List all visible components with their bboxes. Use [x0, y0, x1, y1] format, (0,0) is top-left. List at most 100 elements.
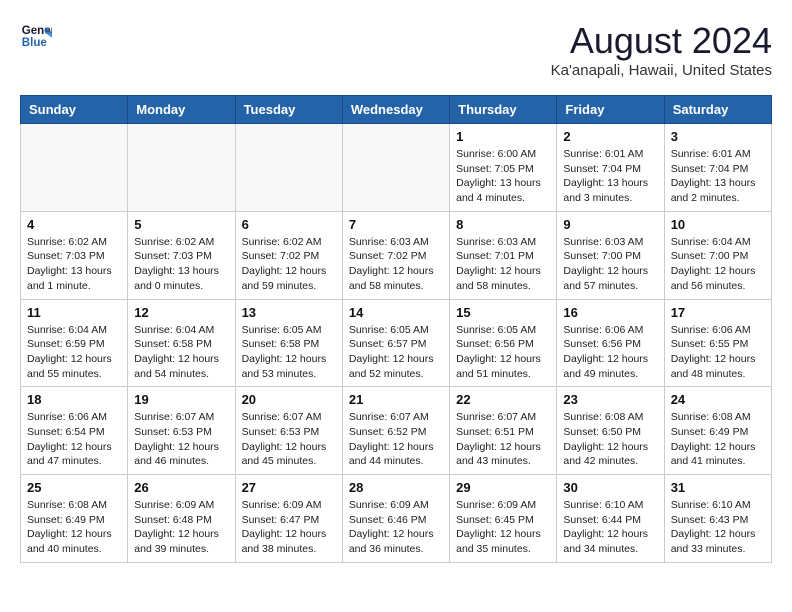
day-cell: 11 Sunrise: 6:04 AMSunset: 6:59 PMDayligh…: [21, 299, 128, 387]
day-info: Sunrise: 6:06 AMSunset: 6:56 PMDaylight:…: [563, 323, 657, 382]
day-cell: 13 Sunrise: 6:05 AMSunset: 6:58 PMDayligh…: [235, 299, 342, 387]
day-info: Sunrise: 6:05 AMSunset: 6:56 PMDaylight:…: [456, 323, 550, 382]
day-number: 10: [671, 217, 765, 232]
day-number: 21: [349, 392, 443, 407]
title-section: August 2024 Ka'anapali, Hawaii, United S…: [551, 20, 772, 79]
week-row-5: 25Sunrise: 6:08 AMSunset: 6:49 PMDayligh…: [21, 475, 772, 563]
day-number: 9: [563, 217, 657, 232]
day-cell: 19Sunrise: 6:07 AMSunset: 6:53 PMDayligh…: [128, 387, 235, 475]
day-number: 18: [27, 392, 121, 407]
day-cell: 4 Sunrise: 6:02 AMSunset: 7:03 PMDaylight…: [21, 211, 128, 299]
day-cell: [235, 124, 342, 212]
day-cell: 20 Sunrise: 6:07 AMSunset: 6:53 PMDayligh…: [235, 387, 342, 475]
page-header: General Blue August 2024 Ka'anapali, Haw…: [20, 20, 772, 79]
day-info: Sunrise: 6:09 AMSunset: 6:46 PMDaylight:…: [349, 498, 443, 557]
day-cell: 31Sunrise: 6:10 AMSunset: 6:43 PMDayligh…: [664, 475, 771, 563]
day-info: Sunrise: 6:02 AMSunset: 7:03 PMDaylight:…: [134, 235, 228, 294]
weekday-header-saturday: Saturday: [664, 96, 771, 124]
day-info: Sunrise: 6:10 AMSunset: 6:43 PMDaylight:…: [671, 498, 765, 557]
day-cell: 5 Sunrise: 6:02 AMSunset: 7:03 PMDaylight…: [128, 211, 235, 299]
day-info: Sunrise: 6:07 AMSunset: 6:51 PMDaylight:…: [456, 410, 550, 469]
day-number: 16: [563, 305, 657, 320]
day-cell: 22 Sunrise: 6:07 AMSunset: 6:51 PMDayligh…: [450, 387, 557, 475]
day-number: 17: [671, 305, 765, 320]
day-number: 12: [134, 305, 228, 320]
day-cell: 2Sunrise: 6:01 AMSunset: 7:04 PMDaylight…: [557, 124, 664, 212]
day-number: 14: [349, 305, 443, 320]
day-number: 23: [563, 392, 657, 407]
calendar-table: SundayMondayTuesdayWednesdayThursdayFrid…: [20, 95, 772, 563]
day-cell: 17 Sunrise: 6:06 AMSunset: 6:55 PMDayligh…: [664, 299, 771, 387]
day-number: 28: [349, 480, 443, 495]
day-cell: [21, 124, 128, 212]
day-number: 30: [563, 480, 657, 495]
weekday-header-wednesday: Wednesday: [342, 96, 449, 124]
day-number: 4: [27, 217, 121, 232]
day-info: Sunrise: 6:09 AMSunset: 6:45 PMDaylight:…: [456, 498, 550, 557]
day-info: Sunrise: 6:09 AMSunset: 6:48 PMDaylight:…: [134, 498, 228, 557]
logo: General Blue: [20, 20, 52, 52]
day-info: Sunrise: 6:08 AMSunset: 6:49 PMDaylight:…: [671, 410, 765, 469]
week-row-4: 18Sunrise: 6:06 AMSunset: 6:54 PMDayligh…: [21, 387, 772, 475]
day-cell: 18Sunrise: 6:06 AMSunset: 6:54 PMDayligh…: [21, 387, 128, 475]
day-number: 11: [27, 305, 121, 320]
day-cell: 8Sunrise: 6:03 AMSunset: 7:01 PMDaylight…: [450, 211, 557, 299]
day-info: Sunrise: 6:03 AMSunset: 7:00 PMDaylight:…: [563, 235, 657, 294]
day-info: Sunrise: 6:01 AMSunset: 7:04 PMDaylight:…: [563, 147, 657, 206]
day-info: Sunrise: 6:04 AMSunset: 6:58 PMDaylight:…: [134, 323, 228, 382]
location: Ka'anapali, Hawaii, United States: [551, 62, 772, 79]
weekday-header-monday: Monday: [128, 96, 235, 124]
day-info: Sunrise: 6:07 AMSunset: 6:53 PMDaylight:…: [134, 410, 228, 469]
day-cell: 14Sunrise: 6:05 AMSunset: 6:57 PMDayligh…: [342, 299, 449, 387]
month-title: August 2024: [551, 20, 772, 62]
day-info: Sunrise: 6:08 AMSunset: 6:50 PMDaylight:…: [563, 410, 657, 469]
day-number: 27: [242, 480, 336, 495]
weekday-header-friday: Friday: [557, 96, 664, 124]
week-row-2: 4 Sunrise: 6:02 AMSunset: 7:03 PMDaylight…: [21, 211, 772, 299]
day-info: Sunrise: 6:02 AMSunset: 7:03 PMDaylight:…: [27, 235, 121, 294]
day-number: 22: [456, 392, 550, 407]
weekday-header-thursday: Thursday: [450, 96, 557, 124]
day-number: 7: [349, 217, 443, 232]
day-cell: 3 Sunrise: 6:01 AMSunset: 7:04 PMDaylight…: [664, 124, 771, 212]
day-cell: 25Sunrise: 6:08 AMSunset: 6:49 PMDayligh…: [21, 475, 128, 563]
day-number: 5: [134, 217, 228, 232]
day-cell: 6 Sunrise: 6:02 AMSunset: 7:02 PMDaylight…: [235, 211, 342, 299]
day-cell: 21 Sunrise: 6:07 AMSunset: 6:52 PMDayligh…: [342, 387, 449, 475]
day-info: Sunrise: 6:06 AMSunset: 6:55 PMDaylight:…: [671, 323, 765, 382]
day-cell: 10 Sunrise: 6:04 AMSunset: 7:00 PMDayligh…: [664, 211, 771, 299]
day-number: 8: [456, 217, 550, 232]
day-cell: 15Sunrise: 6:05 AMSunset: 6:56 PMDayligh…: [450, 299, 557, 387]
day-cell: 26Sunrise: 6:09 AMSunset: 6:48 PMDayligh…: [128, 475, 235, 563]
day-info: Sunrise: 6:05 AMSunset: 6:58 PMDaylight:…: [242, 323, 336, 382]
day-number: 20: [242, 392, 336, 407]
day-cell: 1Sunrise: 6:00 AMSunset: 7:05 PMDaylight…: [450, 124, 557, 212]
day-cell: 23 Sunrise: 6:08 AMSunset: 6:50 PMDayligh…: [557, 387, 664, 475]
day-cell: 27 Sunrise: 6:09 AMSunset: 6:47 PMDayligh…: [235, 475, 342, 563]
day-cell: [342, 124, 449, 212]
day-info: Sunrise: 6:09 AMSunset: 6:47 PMDaylight:…: [242, 498, 336, 557]
week-row-1: 1Sunrise: 6:00 AMSunset: 7:05 PMDaylight…: [21, 124, 772, 212]
day-number: 24: [671, 392, 765, 407]
week-row-3: 11 Sunrise: 6:04 AMSunset: 6:59 PMDayligh…: [21, 299, 772, 387]
day-number: 25: [27, 480, 121, 495]
day-cell: 9 Sunrise: 6:03 AMSunset: 7:00 PMDaylight…: [557, 211, 664, 299]
day-number: 3: [671, 129, 765, 144]
day-info: Sunrise: 6:03 AMSunset: 7:02 PMDaylight:…: [349, 235, 443, 294]
day-info: Sunrise: 6:04 AMSunset: 7:00 PMDaylight:…: [671, 235, 765, 294]
day-info: Sunrise: 6:01 AMSunset: 7:04 PMDaylight:…: [671, 147, 765, 206]
day-cell: 30Sunrise: 6:10 AMSunset: 6:44 PMDayligh…: [557, 475, 664, 563]
weekday-header-row: SundayMondayTuesdayWednesdayThursdayFrid…: [21, 96, 772, 124]
weekday-header-tuesday: Tuesday: [235, 96, 342, 124]
day-info: Sunrise: 6:07 AMSunset: 6:53 PMDaylight:…: [242, 410, 336, 469]
day-number: 13: [242, 305, 336, 320]
day-number: 29: [456, 480, 550, 495]
day-cell: 12 Sunrise: 6:04 AMSunset: 6:58 PMDayligh…: [128, 299, 235, 387]
day-number: 6: [242, 217, 336, 232]
day-cell: [128, 124, 235, 212]
day-cell: 24 Sunrise: 6:08 AMSunset: 6:49 PMDayligh…: [664, 387, 771, 475]
day-info: Sunrise: 6:02 AMSunset: 7:02 PMDaylight:…: [242, 235, 336, 294]
day-info: Sunrise: 6:07 AMSunset: 6:52 PMDaylight:…: [349, 410, 443, 469]
svg-text:Blue: Blue: [22, 37, 48, 49]
day-info: Sunrise: 6:04 AMSunset: 6:59 PMDaylight:…: [27, 323, 121, 382]
